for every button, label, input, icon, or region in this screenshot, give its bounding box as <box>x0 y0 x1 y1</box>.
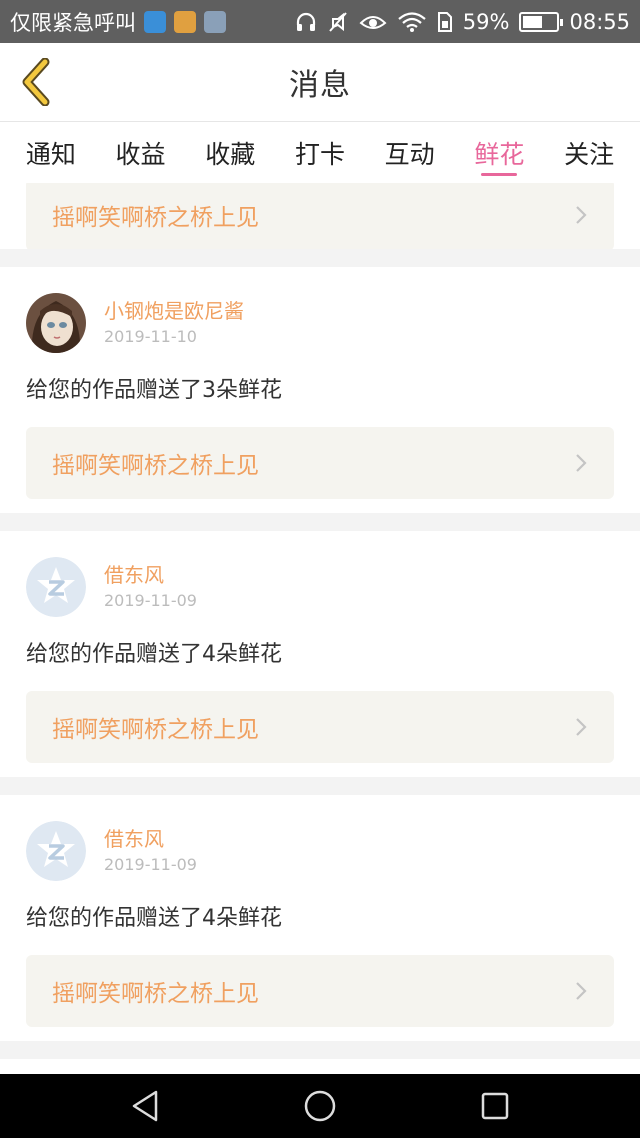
clock: 08:55 <box>569 9 630 34</box>
work-title: 摇啊笑啊桥之桥上见 <box>52 981 259 1007</box>
gallery-app-icon <box>204 10 226 33</box>
message-card-partial: 摇啊笑啊桥之桥上见 <box>0 183 640 249</box>
chevron-right-icon <box>576 454 587 472</box>
message-list[interactable]: 摇啊笑啊桥之桥上见 小钢炮是欧尼酱 2019-11-10 给您的作品赠送了3朵鲜… <box>0 183 640 1074</box>
message-date: 2019-11-09 <box>104 591 197 610</box>
default-avatar[interactable] <box>26 557 86 617</box>
status-left: 仅限紧急呼叫 <box>10 7 295 37</box>
tab-favorites[interactable]: 收藏 <box>201 122 259 184</box>
user-info: 小钢炮是欧尼酱 2019-11-10 <box>104 297 244 349</box>
notification-app-icon <box>144 10 166 33</box>
user-row: 借东风 2019-11-09 <box>26 557 614 617</box>
tab-checkin[interactable]: 打卡 <box>291 122 349 184</box>
default-avatar[interactable] <box>26 821 86 881</box>
tab-bar: 通知 收益 收藏 打卡 互动 鲜花 关注 <box>0 121 640 183</box>
back-nav-button[interactable] <box>115 1076 175 1136</box>
chevron-left-icon <box>22 58 50 106</box>
message-card: 借东风 2019-11-09 给您的作品赠送了4朵鲜花 摇啊笑啊桥之桥上见 <box>0 795 640 1041</box>
message-text: 给您的作品赠送了4朵鲜花 <box>26 906 282 931</box>
user-name[interactable]: 借东风 <box>104 825 197 853</box>
tab-notification[interactable]: 通知 <box>22 122 80 184</box>
tab-earnings[interactable]: 收益 <box>112 122 170 184</box>
mute-icon <box>329 11 347 32</box>
carrier-text: 仅限紧急呼叫 <box>10 10 136 35</box>
tab-follow[interactable]: 关注 <box>560 122 618 184</box>
work-link[interactable]: 摇啊笑啊桥之桥上见 <box>26 183 614 249</box>
work-title: 摇啊笑啊桥之桥上见 <box>52 205 259 231</box>
doll-avatar[interactable] <box>26 293 86 353</box>
work-title: 摇啊笑啊桥之桥上见 <box>52 453 259 479</box>
headphone-icon <box>296 12 315 31</box>
sim-icon <box>437 11 452 32</box>
work-link[interactable]: 摇啊笑啊桥之桥上见 <box>26 955 614 1027</box>
work-title: 摇啊笑啊桥之桥上见 <box>52 717 259 743</box>
user-row: 小钢炮是欧尼酱 2019-11-10 <box>26 293 614 353</box>
page-title: 消息 <box>289 68 351 103</box>
user-row: 借东风 2019-11-09 <box>26 821 614 881</box>
work-link[interactable]: 摇啊笑啊桥之桥上见 <box>26 427 614 499</box>
message-date: 2019-11-09 <box>104 855 197 874</box>
user-info: 借东风 2019-11-09 <box>104 561 197 613</box>
chevron-right-icon <box>576 718 587 736</box>
square-recents-icon <box>481 1092 509 1120</box>
message-card: 小钢炮是欧尼酱 2019-11-10 给您的作品赠送了3朵鲜花 摇啊笑啊桥之桥上… <box>0 267 640 513</box>
message-text: 给您的作品赠送了3朵鲜花 <box>26 378 282 403</box>
lock-app-icon <box>174 10 196 33</box>
message-card: 借东风 2019-11-09 给您的作品赠送了4朵鲜花 摇啊笑啊桥之桥上见 <box>0 531 640 777</box>
battery-fill <box>523 15 543 28</box>
user-info: 借东风 2019-11-09 <box>104 825 197 877</box>
back-button[interactable] <box>12 55 60 109</box>
user-name[interactable]: 借东风 <box>104 561 197 589</box>
status-bar: 仅限紧急呼叫 59% 08:55 <box>0 0 640 43</box>
eye-icon <box>359 15 387 29</box>
battery-icon <box>519 11 564 32</box>
wifi-icon <box>398 11 426 32</box>
home-nav-button[interactable] <box>290 1076 350 1136</box>
triangle-back-icon <box>132 1090 158 1122</box>
message-date: 2019-11-10 <box>104 327 197 346</box>
battery-percent: 59% <box>462 9 510 34</box>
work-link[interactable]: 摇啊笑啊桥之桥上见 <box>26 691 614 763</box>
chevron-right-icon <box>576 982 587 1000</box>
navigation-bar <box>0 1074 640 1138</box>
recents-nav-button[interactable] <box>465 1076 525 1136</box>
tab-flowers[interactable]: 鲜花 <box>470 122 528 184</box>
message-text: 给您的作品赠送了4朵鲜花 <box>26 642 282 667</box>
status-right: 59% 08:55 <box>295 10 630 34</box>
tab-interaction[interactable]: 互动 <box>381 122 439 184</box>
header: 消息 <box>0 43 640 121</box>
circle-home-icon <box>304 1090 336 1122</box>
message-card-partial-bottom <box>0 1059 640 1074</box>
chevron-right-icon <box>576 206 587 224</box>
user-name[interactable]: 小钢炮是欧尼酱 <box>104 297 244 325</box>
